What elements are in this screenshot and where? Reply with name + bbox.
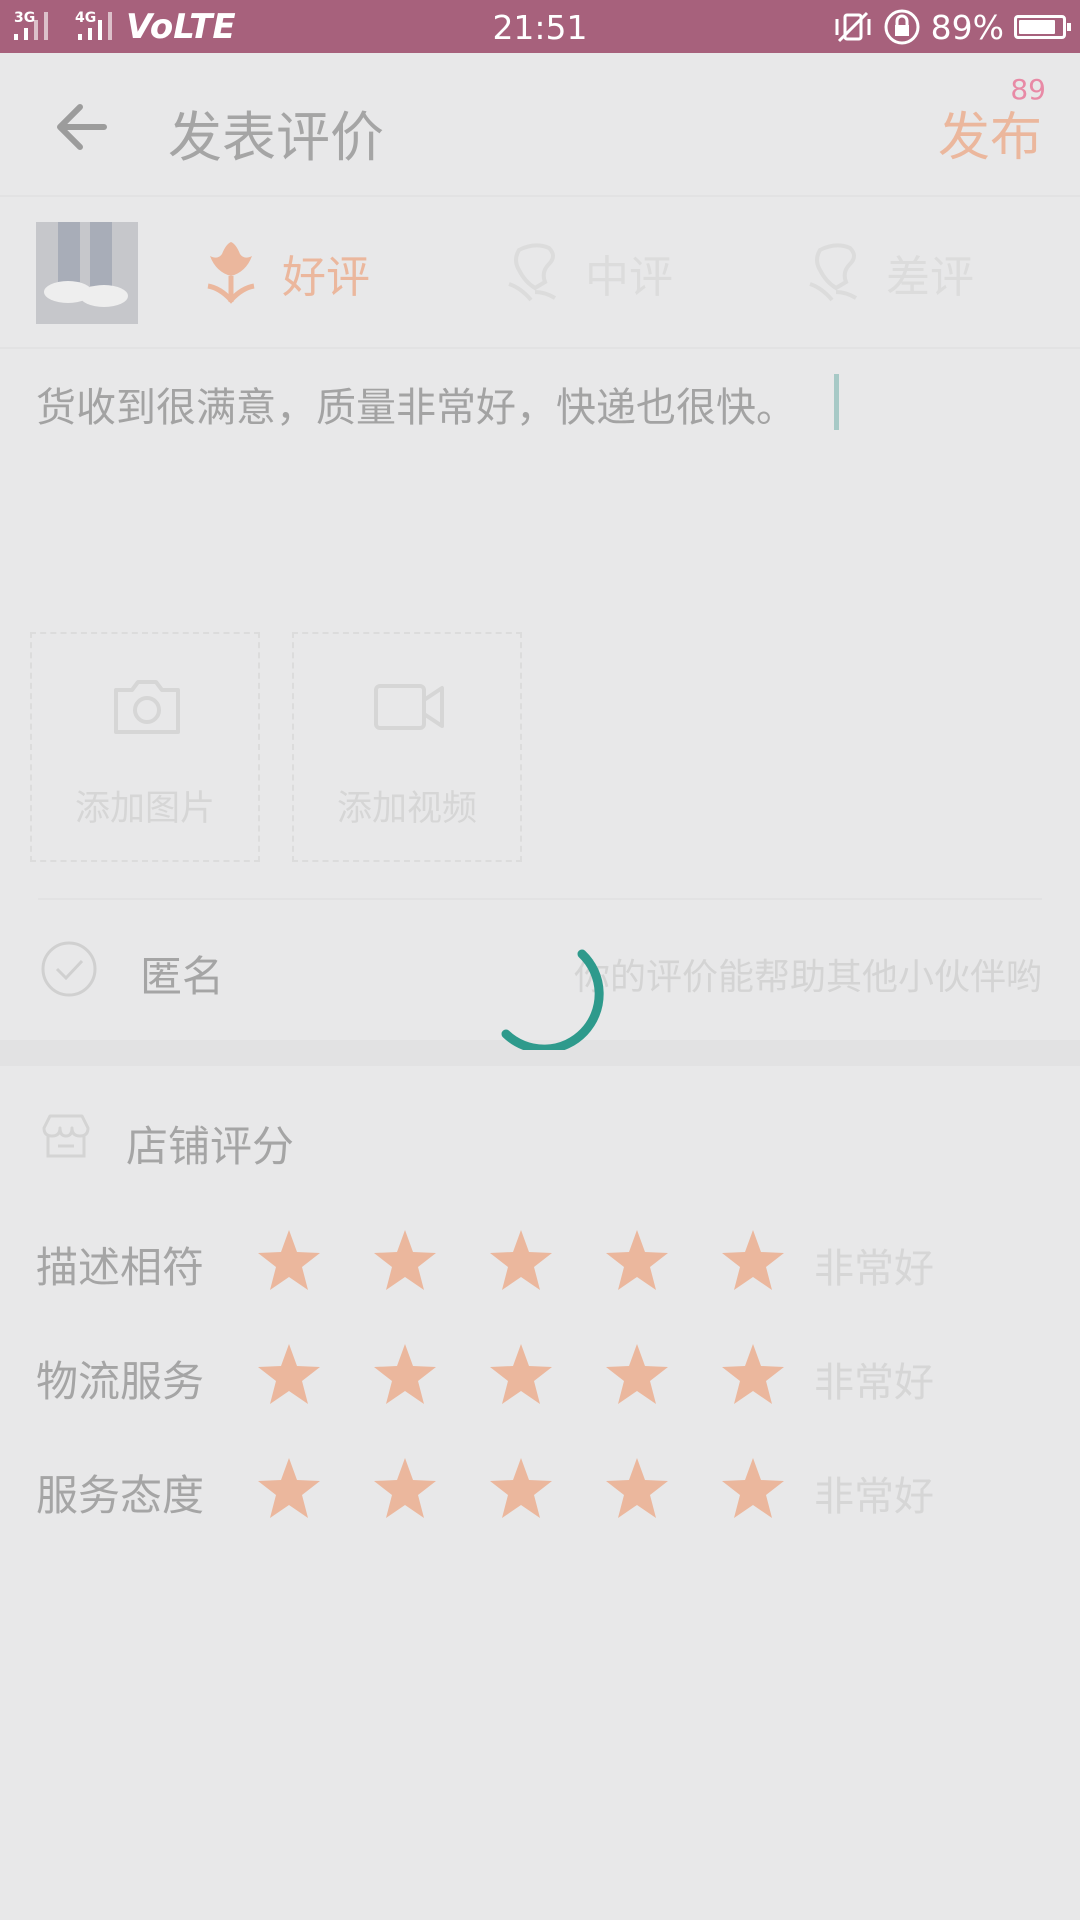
divider — [0, 347, 1080, 349]
rating-row-label: 服务态度 — [36, 1471, 205, 1520]
divider — [0, 195, 1080, 197]
text-cursor — [834, 374, 839, 430]
add-video-button[interactable]: 添加视频 — [292, 632, 522, 862]
rating-neutral-label: 中评 — [585, 252, 673, 303]
star-icon[interactable] — [720, 1456, 786, 1522]
star-icon[interactable] — [256, 1342, 322, 1408]
camera-icon — [114, 680, 180, 734]
rating-neutral[interactable]: 中评 — [505, 225, 673, 321]
rating-row-label: 物流服务 — [36, 1357, 205, 1406]
star-icon[interactable] — [488, 1456, 554, 1522]
star-icon[interactable] — [256, 1228, 322, 1294]
flower-icon — [207, 242, 255, 304]
publish-button[interactable]: 发布 — [938, 95, 1042, 170]
star-icon[interactable] — [720, 1342, 786, 1408]
status-bar: 3G 4G VoLTE 21:51 89% — [0, 0, 1080, 53]
star-icon[interactable] — [372, 1456, 438, 1522]
store-rating-title: 店铺评分 — [126, 1122, 295, 1171]
wilted-flower-icon — [809, 243, 858, 302]
rating-row-value: 非常好 — [814, 1360, 934, 1406]
loading-spinner — [501, 949, 604, 1050]
star-icon[interactable] — [372, 1228, 438, 1294]
app-header: 发表评价 89 发布 — [0, 53, 1080, 195]
rating-row-logistics: 物流服务 非常好 — [0, 1338, 1080, 1418]
star-icon[interactable] — [256, 1456, 322, 1522]
add-photo-label: 添加图片 — [74, 789, 215, 829]
rotation-lock-icon — [884, 9, 920, 45]
add-photo-button[interactable]: 添加图片 — [30, 632, 260, 862]
rating-row-service: 服务态度 非常好 — [0, 1452, 1080, 1532]
star-icon[interactable] — [604, 1342, 670, 1408]
review-hint: 你的评价能帮助其他小伙伴哟 — [573, 957, 1042, 998]
star-icon[interactable] — [604, 1456, 670, 1522]
rating-bad[interactable]: 差评 — [806, 225, 974, 321]
product-thumbnail — [36, 222, 138, 324]
star-icon[interactable] — [372, 1342, 438, 1408]
divider — [38, 898, 1042, 900]
page-title: 发表评价 — [168, 106, 384, 169]
video-camera-icon — [374, 684, 444, 730]
rating-row-label: 描述相符 — [36, 1243, 205, 1292]
rating-row-description: 描述相符 非常好 — [0, 1224, 1080, 1304]
rating-good-label: 好评 — [282, 252, 370, 303]
star-icon[interactable] — [488, 1342, 554, 1408]
vibrate-off-icon — [835, 11, 871, 43]
anonymous-checkbox[interactable] — [40, 940, 98, 998]
star-icon[interactable] — [720, 1228, 786, 1294]
store-icon — [42, 1114, 90, 1158]
comment-input[interactable]: 货收到很满意，质量非常好，快递也很快。 — [36, 375, 796, 433]
battery-percent: 89% — [930, 7, 1004, 47]
rating-good[interactable]: 好评 — [202, 225, 370, 321]
anonymous-label: 匿名 — [140, 952, 225, 1001]
rating-bad-label: 差评 — [886, 252, 974, 303]
star-icon[interactable] — [604, 1228, 670, 1294]
star-icon[interactable] — [488, 1228, 554, 1294]
back-arrow-icon[interactable] — [52, 97, 112, 157]
wilted-flower-icon — [508, 243, 557, 302]
add-video-label: 添加视频 — [336, 789, 477, 829]
battery-icon — [1014, 15, 1071, 39]
rating-row-value: 非常好 — [814, 1246, 934, 1292]
rating-row-value: 非常好 — [814, 1474, 934, 1520]
